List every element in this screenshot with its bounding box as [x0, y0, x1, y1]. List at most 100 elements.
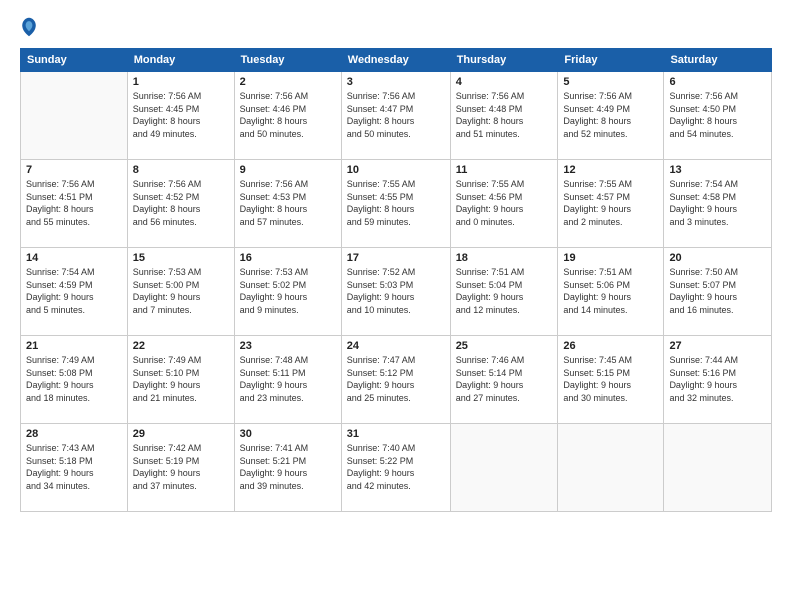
- day-number: 1: [133, 76, 229, 88]
- day-number: 8: [133, 164, 229, 176]
- week-row-0: 1 Sunrise: 7:56 AM Sunset: 4:45 PM Daylig…: [21, 72, 772, 160]
- day-cell: 23 Sunrise: 7:48 AM Sunset: 5:11 PM Dayli…: [234, 336, 341, 424]
- day-number: 20: [669, 252, 766, 264]
- day-cell: 29 Sunrise: 7:42 AM Sunset: 5:19 PM Dayli…: [127, 424, 234, 512]
- day-number: 21: [26, 340, 122, 352]
- day-info: Sunrise: 7:56 AM Sunset: 4:50 PM Dayligh…: [669, 90, 766, 140]
- day-info: Sunrise: 7:41 AM Sunset: 5:21 PM Dayligh…: [240, 442, 336, 492]
- day-info: Sunrise: 7:56 AM Sunset: 4:51 PM Dayligh…: [26, 178, 122, 228]
- day-number: 9: [240, 164, 336, 176]
- day-cell: 17 Sunrise: 7:52 AM Sunset: 5:03 PM Dayli…: [341, 248, 450, 336]
- day-cell: 28 Sunrise: 7:43 AM Sunset: 5:18 PM Dayli…: [21, 424, 128, 512]
- day-number: 14: [26, 252, 122, 264]
- day-cell: 3Sunrise: 7:56 AM Sunset: 4:47 PM Daylig…: [341, 72, 450, 160]
- day-cell: 13 Sunrise: 7:54 AM Sunset: 4:58 PM Dayli…: [664, 160, 772, 248]
- day-info: Sunrise: 7:44 AM Sunset: 5:16 PM Dayligh…: [669, 354, 766, 404]
- day-info: Sunrise: 7:56 AM Sunset: 4:53 PM Dayligh…: [240, 178, 336, 228]
- day-info: Sunrise: 7:56 AM Sunset: 4:45 PM Dayligh…: [133, 90, 229, 140]
- day-info: Sunrise: 7:49 AM Sunset: 5:08 PM Dayligh…: [26, 354, 122, 404]
- day-number: 24: [347, 340, 445, 352]
- weekday-header-sunday: Sunday: [21, 49, 128, 72]
- day-info: Sunrise: 7:45 AM Sunset: 5:15 PM Dayligh…: [563, 354, 658, 404]
- day-number: 22: [133, 340, 229, 352]
- day-cell: 16 Sunrise: 7:53 AM Sunset: 5:02 PM Dayli…: [234, 248, 341, 336]
- day-number: 15: [133, 252, 229, 264]
- weekday-header-wednesday: Wednesday: [341, 49, 450, 72]
- day-cell: 22 Sunrise: 7:49 AM Sunset: 5:10 PM Dayli…: [127, 336, 234, 424]
- day-cell: 11Sunrise: 7:55 AM Sunset: 4:56 PM Dayli…: [450, 160, 558, 248]
- day-cell: 18Sunrise: 7:51 AM Sunset: 5:04 PM Dayli…: [450, 248, 558, 336]
- day-number: 30: [240, 428, 336, 440]
- day-number: 13: [669, 164, 766, 176]
- weekday-header-row: SundayMondayTuesdayWednesdayThursdayFrid…: [21, 49, 772, 72]
- day-info: Sunrise: 7:56 AM Sunset: 4:48 PM Dayligh…: [456, 90, 553, 140]
- day-info: Sunrise: 7:55 AM Sunset: 4:55 PM Dayligh…: [347, 178, 445, 228]
- day-info: Sunrise: 7:54 AM Sunset: 4:58 PM Dayligh…: [669, 178, 766, 228]
- day-info: Sunrise: 7:42 AM Sunset: 5:19 PM Dayligh…: [133, 442, 229, 492]
- day-number: 26: [563, 340, 658, 352]
- day-info: Sunrise: 7:54 AM Sunset: 4:59 PM Dayligh…: [26, 266, 122, 316]
- day-info: Sunrise: 7:55 AM Sunset: 4:56 PM Dayligh…: [456, 178, 553, 228]
- day-info: Sunrise: 7:55 AM Sunset: 4:57 PM Dayligh…: [563, 178, 658, 228]
- day-info: Sunrise: 7:49 AM Sunset: 5:10 PM Dayligh…: [133, 354, 229, 404]
- header: [20, 16, 772, 38]
- day-cell: [450, 424, 558, 512]
- day-cell: 7Sunrise: 7:56 AM Sunset: 4:51 PM Daylig…: [21, 160, 128, 248]
- day-number: 29: [133, 428, 229, 440]
- day-info: Sunrise: 7:43 AM Sunset: 5:18 PM Dayligh…: [26, 442, 122, 492]
- day-info: Sunrise: 7:56 AM Sunset: 4:46 PM Dayligh…: [240, 90, 336, 140]
- day-info: Sunrise: 7:52 AM Sunset: 5:03 PM Dayligh…: [347, 266, 445, 316]
- day-cell: [664, 424, 772, 512]
- day-number: 28: [26, 428, 122, 440]
- day-info: Sunrise: 7:56 AM Sunset: 4:49 PM Dayligh…: [563, 90, 658, 140]
- day-info: Sunrise: 7:50 AM Sunset: 5:07 PM Dayligh…: [669, 266, 766, 316]
- day-info: Sunrise: 7:53 AM Sunset: 5:00 PM Dayligh…: [133, 266, 229, 316]
- week-row-2: 14 Sunrise: 7:54 AM Sunset: 4:59 PM Dayli…: [21, 248, 772, 336]
- day-cell: 31 Sunrise: 7:40 AM Sunset: 5:22 PM Dayli…: [341, 424, 450, 512]
- logo-icon: [20, 16, 38, 38]
- day-info: Sunrise: 7:46 AM Sunset: 5:14 PM Dayligh…: [456, 354, 553, 404]
- day-number: 2: [240, 76, 336, 88]
- day-cell: 4 Sunrise: 7:56 AM Sunset: 4:48 PM Daylig…: [450, 72, 558, 160]
- day-cell: 20 Sunrise: 7:50 AM Sunset: 5:07 PM Dayli…: [664, 248, 772, 336]
- day-cell: 26 Sunrise: 7:45 AM Sunset: 5:15 PM Dayli…: [558, 336, 664, 424]
- page: SundayMondayTuesdayWednesdayThursdayFrid…: [0, 0, 792, 612]
- day-number: 10: [347, 164, 445, 176]
- day-cell: 2 Sunrise: 7:56 AM Sunset: 4:46 PM Daylig…: [234, 72, 341, 160]
- day-cell: 19Sunrise: 7:51 AM Sunset: 5:06 PM Dayli…: [558, 248, 664, 336]
- day-cell: 27 Sunrise: 7:44 AM Sunset: 5:16 PM Dayli…: [664, 336, 772, 424]
- week-row-1: 7Sunrise: 7:56 AM Sunset: 4:51 PM Daylig…: [21, 160, 772, 248]
- day-number: 23: [240, 340, 336, 352]
- day-number: 6: [669, 76, 766, 88]
- weekday-header-tuesday: Tuesday: [234, 49, 341, 72]
- day-cell: 5Sunrise: 7:56 AM Sunset: 4:49 PM Daylig…: [558, 72, 664, 160]
- day-number: 27: [669, 340, 766, 352]
- day-info: Sunrise: 7:48 AM Sunset: 5:11 PM Dayligh…: [240, 354, 336, 404]
- day-cell: 10 Sunrise: 7:55 AM Sunset: 4:55 PM Dayli…: [341, 160, 450, 248]
- day-info: Sunrise: 7:51 AM Sunset: 5:04 PM Dayligh…: [456, 266, 553, 316]
- day-number: 12: [563, 164, 658, 176]
- day-number: 17: [347, 252, 445, 264]
- day-cell: 21 Sunrise: 7:49 AM Sunset: 5:08 PM Dayli…: [21, 336, 128, 424]
- day-number: 16: [240, 252, 336, 264]
- day-info: Sunrise: 7:47 AM Sunset: 5:12 PM Dayligh…: [347, 354, 445, 404]
- day-cell: 15 Sunrise: 7:53 AM Sunset: 5:00 PM Dayli…: [127, 248, 234, 336]
- day-info: Sunrise: 7:40 AM Sunset: 5:22 PM Dayligh…: [347, 442, 445, 492]
- day-number: 4: [456, 76, 553, 88]
- weekday-header-saturday: Saturday: [664, 49, 772, 72]
- day-cell: 1 Sunrise: 7:56 AM Sunset: 4:45 PM Daylig…: [127, 72, 234, 160]
- day-info: Sunrise: 7:51 AM Sunset: 5:06 PM Dayligh…: [563, 266, 658, 316]
- day-info: Sunrise: 7:56 AM Sunset: 4:52 PM Dayligh…: [133, 178, 229, 228]
- day-cell: 9 Sunrise: 7:56 AM Sunset: 4:53 PM Daylig…: [234, 160, 341, 248]
- day-number: 31: [347, 428, 445, 440]
- day-cell: 24 Sunrise: 7:47 AM Sunset: 5:12 PM Dayli…: [341, 336, 450, 424]
- day-cell: 8 Sunrise: 7:56 AM Sunset: 4:52 PM Daylig…: [127, 160, 234, 248]
- day-cell: 6 Sunrise: 7:56 AM Sunset: 4:50 PM Daylig…: [664, 72, 772, 160]
- day-cell: 25Sunrise: 7:46 AM Sunset: 5:14 PM Dayli…: [450, 336, 558, 424]
- week-row-4: 28 Sunrise: 7:43 AM Sunset: 5:18 PM Dayli…: [21, 424, 772, 512]
- day-info: Sunrise: 7:53 AM Sunset: 5:02 PM Dayligh…: [240, 266, 336, 316]
- day-cell: 12 Sunrise: 7:55 AM Sunset: 4:57 PM Dayli…: [558, 160, 664, 248]
- day-cell: [558, 424, 664, 512]
- day-cell: [21, 72, 128, 160]
- week-row-3: 21 Sunrise: 7:49 AM Sunset: 5:08 PM Dayli…: [21, 336, 772, 424]
